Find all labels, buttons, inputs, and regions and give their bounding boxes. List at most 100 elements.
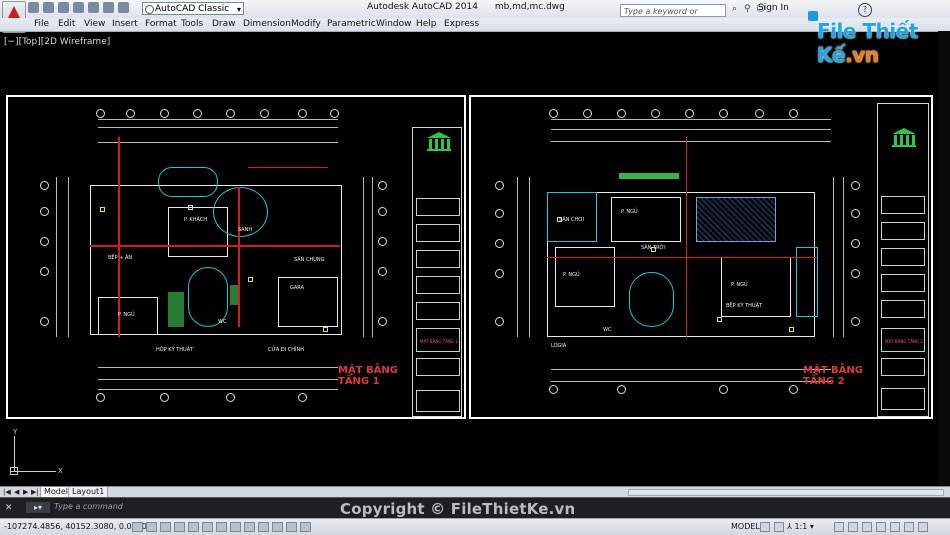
3d-osnap-icon[interactable] <box>202 522 213 532</box>
redo-icon[interactable] <box>118 2 129 13</box>
title-block-cell <box>416 224 460 242</box>
ortho-icon[interactable] <box>160 522 171 532</box>
otrack-icon[interactable] <box>216 522 227 532</box>
isolate-objects-icon[interactable] <box>890 522 900 532</box>
save-icon[interactable] <box>58 2 69 13</box>
workspace-selector[interactable]: AutoCAD Classic ▾ <box>142 2 244 15</box>
menu-window[interactable]: Window <box>376 19 412 29</box>
menu-view[interactable]: View <box>84 19 105 29</box>
menu-express[interactable]: Express <box>444 19 479 29</box>
column-shape <box>906 135 909 145</box>
dimension-line <box>517 177 518 337</box>
sheet-first-floor[interactable]: P. NGỦ SÂN CHƠI P. NGỦ P. NGỦ BẾP KỸ THU… <box>469 95 933 419</box>
dimension-line <box>363 177 364 337</box>
osnap-icon[interactable] <box>188 522 199 532</box>
annotation-scale[interactable]: ⅄ 1:1 ▾ <box>787 522 814 531</box>
red-axis-line <box>90 245 340 247</box>
previous-tab-icon[interactable]: ◀ <box>14 488 19 496</box>
annotation-visibility-icon[interactable] <box>834 522 844 532</box>
plot-icon[interactable] <box>88 2 99 13</box>
menu-format[interactable]: Format <box>145 19 177 29</box>
stair-outline <box>158 167 218 197</box>
transparency-icon[interactable] <box>272 522 283 532</box>
horizontal-scrollbar[interactable] <box>628 489 944 496</box>
clean-screen-icon[interactable] <box>918 522 928 532</box>
room-label: SÂN CHUNG <box>294 257 325 263</box>
menu-dimension[interactable]: Dimension <box>243 19 291 29</box>
sheet-ground-floor[interactable]: P. KHÁCH BẾP + ĂN P. NGỦ GARA SẢNH SÂN C… <box>6 95 466 419</box>
command-input[interactable]: Type a command <box>54 502 123 511</box>
last-tab-icon[interactable]: ▶| <box>31 488 39 496</box>
ucs-y-label: Y <box>13 428 18 436</box>
snap-icon[interactable] <box>132 522 143 532</box>
menu-edit[interactable]: Edit <box>58 19 75 29</box>
grid-bubble <box>789 385 798 394</box>
title-block-cell <box>881 300 925 318</box>
dimension-line <box>98 127 338 128</box>
title-block: MẶT BẰNG TẦNG 1 <box>412 127 462 417</box>
title-block-cell: MẶT BẰNG TẦNG 2 <box>881 328 925 352</box>
title-block-cell <box>416 250 460 268</box>
grid-bubble <box>260 109 269 118</box>
title-block-cell <box>416 390 460 412</box>
room-label: SÂN TRỜI <box>641 245 666 251</box>
dimension-line <box>551 381 831 382</box>
new-icon[interactable] <box>28 2 39 13</box>
open-icon[interactable] <box>43 2 54 13</box>
lock-icon[interactable] <box>862 522 872 532</box>
grid-bubble <box>226 393 235 402</box>
workspace-switching-icon[interactable] <box>848 522 858 532</box>
search-icon[interactable]: ⌕ <box>732 4 741 14</box>
dimension-line <box>98 367 338 368</box>
cursor-coordinates[interactable]: -107274.4856, 40152.3080, 0.0000 <box>4 522 147 531</box>
ducs-icon[interactable] <box>230 522 241 532</box>
dimension-line <box>551 369 831 370</box>
status-menu-icon[interactable] <box>904 522 914 532</box>
chevron-down-icon: ▾ <box>236 5 241 14</box>
ucs-x-label: X <box>58 467 63 475</box>
hardware-acceleration-icon[interactable] <box>876 522 886 532</box>
grid-bubble <box>755 109 764 118</box>
quick-properties-icon[interactable] <box>286 522 297 532</box>
sign-in-button[interactable]: Sign In <box>758 3 789 13</box>
menu-file[interactable]: File <box>34 19 49 29</box>
title-block-cell <box>416 276 460 294</box>
grid-icon[interactable] <box>146 522 157 532</box>
hatched-roof <box>696 197 776 242</box>
grid-bubble <box>40 181 49 190</box>
selection-cycling-icon[interactable] <box>300 522 311 532</box>
grid-bubble <box>549 109 558 118</box>
dyn-icon[interactable] <box>244 522 255 532</box>
quick-view-drawings-icon[interactable] <box>774 522 784 532</box>
command-prompt-icon[interactable]: ▸▾ <box>26 502 50 513</box>
menu-help[interactable]: Help <box>416 19 437 29</box>
red-axis-line <box>547 257 817 258</box>
column-marker <box>248 277 253 282</box>
copyright-watermark: Copyright © FileThietKe.vn <box>340 500 576 518</box>
save-as-icon[interactable] <box>73 2 84 13</box>
column-shape <box>435 139 438 149</box>
title-block-cell <box>416 302 460 320</box>
room-wall <box>611 197 681 242</box>
menu-parametric[interactable]: Parametric <box>327 19 376 29</box>
search-input[interactable]: Type a keyword or phrase <box>620 4 726 29</box>
window-title: Autodesk AutoCAD 2014 mb,md,mc.dwg <box>367 2 579 12</box>
binoculars-icon[interactable]: ⚲ <box>744 4 753 14</box>
undo-icon[interactable] <box>103 2 114 13</box>
viewport-controls[interactable]: [−][Top][2D Wireframe] <box>4 37 110 47</box>
column-shape <box>894 135 897 145</box>
next-tab-icon[interactable]: ▶ <box>23 488 28 496</box>
quick-view-layouts-icon[interactable] <box>760 522 770 532</box>
model-space-toggle[interactable]: MODEL <box>731 522 760 531</box>
dimension-line <box>68 177 69 337</box>
first-tab-icon[interactable]: |◀ <box>3 488 11 496</box>
column-shape <box>900 135 903 145</box>
status-bar: -107274.4856, 40152.3080, 0.0000 MODEL ⅄… <box>0 518 950 535</box>
lineweight-icon[interactable] <box>258 522 269 532</box>
polar-icon[interactable] <box>174 522 185 532</box>
menu-draw[interactable]: Draw <box>212 19 236 29</box>
menu-tools[interactable]: Tools <box>181 19 203 29</box>
menu-modify[interactable]: Modify <box>291 19 321 29</box>
close-icon[interactable]: ✕ <box>5 503 13 513</box>
menu-insert[interactable]: Insert <box>112 19 138 29</box>
